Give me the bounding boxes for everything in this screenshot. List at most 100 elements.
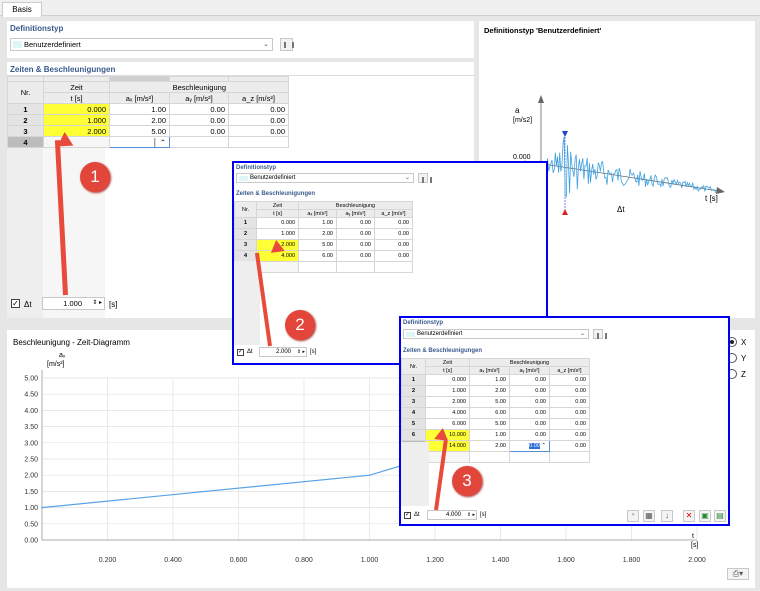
step3-dt-spinner[interactable]: 4.000 ⇕ ▸	[427, 510, 477, 520]
table-icon[interactable]: ▦	[643, 510, 655, 522]
table-row[interactable]: 3 2.000 5.00 0.00 0.00	[234, 239, 413, 251]
radio-z-label: Z	[741, 370, 746, 379]
sort-icon[interactable]: ↓	[661, 510, 673, 522]
dt-checkbox[interactable]: ✓	[11, 299, 20, 308]
x-tick-label: 1.000	[361, 557, 379, 564]
x-tick-label: 1.800	[623, 557, 641, 564]
y-tick-label: 1.00	[24, 505, 38, 512]
y-tick-label: 0.00	[24, 538, 38, 545]
dt-spinner[interactable]: 1.000 ⇕ ▸	[42, 297, 105, 310]
tab-basis[interactable]: Basis	[2, 2, 42, 17]
table-row[interactable]: 2 1.000 2.00 0.00 0.00	[7, 114, 289, 126]
insert-row-icon[interactable]: ⁺	[627, 510, 639, 522]
x-tick-label: 0.400	[164, 557, 182, 564]
y-tick-label: 2.50	[24, 457, 38, 464]
annotation-arrowhead-3	[434, 427, 450, 441]
step-badge-3: 3	[452, 466, 482, 496]
print-button[interactable]: ⎙▾	[727, 568, 749, 580]
table-row-new[interactable]: 4 │ ⌃	[7, 136, 289, 148]
x-tick-label: 0.200	[99, 557, 117, 564]
x-tick-label: 1.600	[557, 557, 575, 564]
step3-active-cell[interactable]: 0.00 ⌃	[509, 440, 550, 452]
step2-def-combo[interactable]: Benutzerdefiniert ⌄	[236, 173, 414, 183]
table-side-column	[7, 144, 43, 318]
x-tick-label: 0.800	[295, 557, 313, 564]
step2-dt-checkbox[interactable]: ✓	[237, 349, 244, 356]
spin-arrows-icon[interactable]: ⇕ ▸	[467, 511, 475, 519]
step3-def-header: Definitionstyp	[403, 320, 443, 326]
step3-table: Nr. Zeit Beschleunigung t [s] aₓ [m/s²] aᵧ […	[401, 358, 590, 463]
definition-type-panel: Definitionstyp Benutzerdefiniert ⌄	[7, 21, 474, 58]
y-tick-label: 4.50	[24, 392, 38, 399]
times-table: Nr. Zeit Beschleunigung t [s] aₓ [m/s²] …	[7, 76, 289, 148]
preview-unit-label: [m/s2]	[513, 117, 533, 124]
step-badge-2: 2	[285, 310, 315, 340]
chart-ylabel-a: aₓ	[59, 352, 66, 359]
col-nr: Nr.	[7, 81, 44, 104]
section-title: Zeiten & Beschleunigungen	[10, 65, 116, 74]
definition-type-value: Benutzerdefiniert	[24, 40, 81, 49]
col-time-b: t [s]	[43, 92, 110, 104]
step2-section: Zeiten & Beschleunigungen	[236, 191, 316, 197]
y-tick-label: 5.00	[24, 376, 38, 383]
x-tick-label: 1.400	[492, 557, 510, 564]
table-row-new[interactable]: 8	[401, 451, 590, 463]
col-time-a: Zeit	[43, 81, 110, 93]
chevron-down-icon[interactable]: ⌄	[405, 174, 410, 182]
table-row[interactable]: 1 0.000 1.00 0.00 0.00	[401, 374, 590, 386]
step3-dt-label: Δt	[414, 512, 420, 518]
dt-label: Δt	[24, 300, 32, 309]
annotation-arrowhead-2	[269, 239, 285, 253]
annotation-arrowhead-1	[56, 131, 74, 147]
y-tick-label: 2.00	[24, 473, 38, 480]
preview-t-label: t [s]	[705, 194, 718, 203]
step3-side-column	[401, 442, 429, 506]
step2-dt-spinner[interactable]: 2.000 ⇕ ▸	[259, 347, 307, 357]
table-row[interactable]: 6 10.000 1.00 0.00 0.00	[401, 429, 590, 441]
step3-def-combo[interactable]: Benutzerdefiniert ⌄	[403, 329, 589, 339]
step2-side-column	[234, 261, 260, 345]
table-row[interactable]: 714.0002.000.00 ⌃0.00	[401, 440, 590, 452]
table-row[interactable]: 1 0.000 1.00 0.00 0.00	[7, 103, 289, 115]
step2-def-header: Definitionstyp	[236, 165, 276, 171]
table-row[interactable]: 2 1.000 2.00 0.00 0.00	[234, 228, 413, 240]
x-tick-label: 0.600	[230, 557, 248, 564]
excel-export-icon[interactable]: ▣	[699, 510, 711, 522]
step2-dt-unit: [s]	[310, 349, 317, 355]
table-row[interactable]: 2 1.000 2.00 0.00 0.00	[401, 385, 590, 397]
step3-dt-unit: [s]	[480, 512, 487, 518]
color-swatch	[13, 41, 22, 48]
preview-title: Definitionstyp 'Benutzerdefiniert'	[484, 26, 602, 35]
chart-ylabel-b: [m/s²]	[47, 361, 65, 368]
spin-arrows-icon[interactable]: ⇕ ▸	[92, 298, 102, 309]
table-row[interactable]: 5 6.000 5.00 0.00 0.00	[401, 418, 590, 430]
delete-icon[interactable]: ✕	[683, 510, 695, 522]
table-row[interactable]: 3 2.000 5.00 0.00 0.00	[7, 125, 289, 137]
step3-dt-checkbox[interactable]: ✓	[404, 512, 411, 519]
table-row[interactable]: 3 2.000 5.00 0.00 0.00	[401, 396, 590, 408]
col-accel: Beschleunigung	[109, 81, 289, 93]
chevron-down-icon[interactable]: ⌄	[263, 39, 269, 50]
definition-type-combo[interactable]: Benutzerdefiniert ⌄	[10, 38, 273, 51]
library-button[interactable]	[280, 38, 294, 51]
y-tick-label: 4.00	[24, 408, 38, 415]
excel-import-icon[interactable]: ▤	[714, 510, 726, 522]
table-row[interactable]: 1 0.000 1.00 0.00 0.00	[234, 217, 413, 229]
x-tick-label: 2.000	[688, 557, 706, 564]
definition-type-header: Definitionstyp	[10, 24, 64, 33]
step2-dt-label: Δt	[247, 349, 253, 355]
step3-library-button[interactable]	[593, 329, 607, 339]
table-row[interactable]: 4 4.000 6.00 0.00 0.00	[234, 250, 413, 262]
col-ax: aₓ [m/s²]	[109, 92, 170, 104]
col-ay: aᵧ [m/s²]	[169, 92, 229, 104]
preview-a-label: a	[515, 106, 520, 115]
chart-xlabel-a: t	[692, 533, 694, 540]
chevron-down-icon[interactable]: ⌄	[580, 330, 585, 338]
active-cell-editor[interactable]: │ ⌃	[109, 136, 170, 148]
step2-library-button[interactable]	[418, 173, 432, 183]
data-point	[368, 474, 371, 476]
preview-dt-label: Δt	[617, 205, 625, 214]
spin-arrows-icon[interactable]: ⇕ ▸	[297, 348, 305, 356]
table-row[interactable]: 4 4.000 6.00 0.00 0.00	[401, 407, 590, 419]
step-badge-1: 1	[80, 162, 110, 192]
